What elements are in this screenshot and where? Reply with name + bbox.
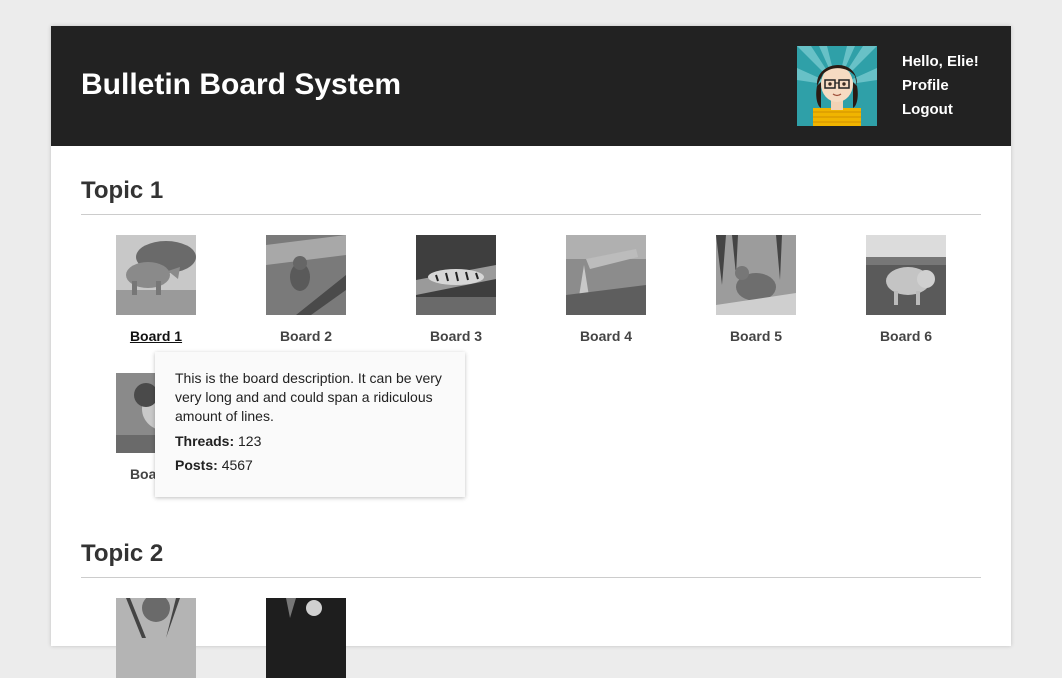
board-thumbnail[interactable]	[266, 235, 346, 315]
board-label[interactable]: Board 6	[831, 328, 981, 344]
threads-count: 123	[238, 433, 262, 449]
board-tile[interactable]: Board 6	[831, 235, 981, 344]
topic-title: Topic 2	[81, 539, 981, 578]
page-container: Bulletin Board System Hello, Elie! Profi…	[51, 26, 1011, 678]
board-tile[interactable]	[231, 598, 381, 678]
threads-label: Threads:	[175, 433, 235, 449]
posts-stat: Posts: 4567	[175, 455, 445, 479]
board-tile[interactable]: Board 1	[81, 235, 231, 344]
board-thumbnail[interactable]	[566, 235, 646, 315]
board-tile[interactable]: Board 2	[231, 235, 381, 344]
avatar-illustration	[797, 46, 877, 126]
board-thumbnail[interactable]	[866, 235, 946, 315]
posts-count: 4567	[221, 457, 253, 473]
board-label[interactable]: Board 4	[531, 328, 681, 344]
board-thumbnail[interactable]	[116, 235, 196, 315]
board-thumbnail[interactable]	[416, 235, 496, 315]
posts-label: Posts:	[175, 457, 218, 473]
board-tile[interactable]: Board 3	[381, 235, 531, 344]
board-thumbnail[interactable]	[266, 598, 346, 678]
user-avatar[interactable]	[797, 46, 877, 126]
site-title[interactable]: Bulletin Board System	[81, 68, 401, 102]
board-label[interactable]: Board 2	[231, 328, 381, 344]
user-greeting: Hello, Elie!	[902, 53, 979, 70]
threads-stat: Threads: 123	[175, 431, 445, 455]
board-tile[interactable]: Board 5	[681, 235, 831, 344]
board-tile[interactable]: Board 4	[531, 235, 681, 344]
board-tile[interactable]	[81, 598, 231, 678]
board-label[interactable]: Board 5	[681, 328, 831, 344]
user-menu: Hello, Elie! Profile Logout	[902, 52, 979, 124]
logout-link[interactable]: Logout	[902, 101, 953, 118]
site-header: Bulletin Board System Hello, Elie! Profi…	[51, 26, 1011, 146]
profile-link[interactable]: Profile	[902, 77, 949, 94]
board-label[interactable]: Board 3	[381, 328, 531, 344]
topic-title: Topic 1	[81, 176, 981, 215]
board-description-tooltip: This is the board description. It can be…	[155, 352, 465, 497]
board-thumbnail[interactable]	[116, 598, 196, 678]
topic-section-2: Topic 2	[81, 539, 981, 678]
topic-section-1: Topic 1 Board 1 Board 2 Board 3 Board 4 …	[81, 176, 981, 482]
board-label[interactable]: Board 1	[81, 328, 231, 344]
board-thumbnail[interactable]	[716, 235, 796, 315]
board-description: This is the board description. It can be…	[175, 370, 442, 424]
